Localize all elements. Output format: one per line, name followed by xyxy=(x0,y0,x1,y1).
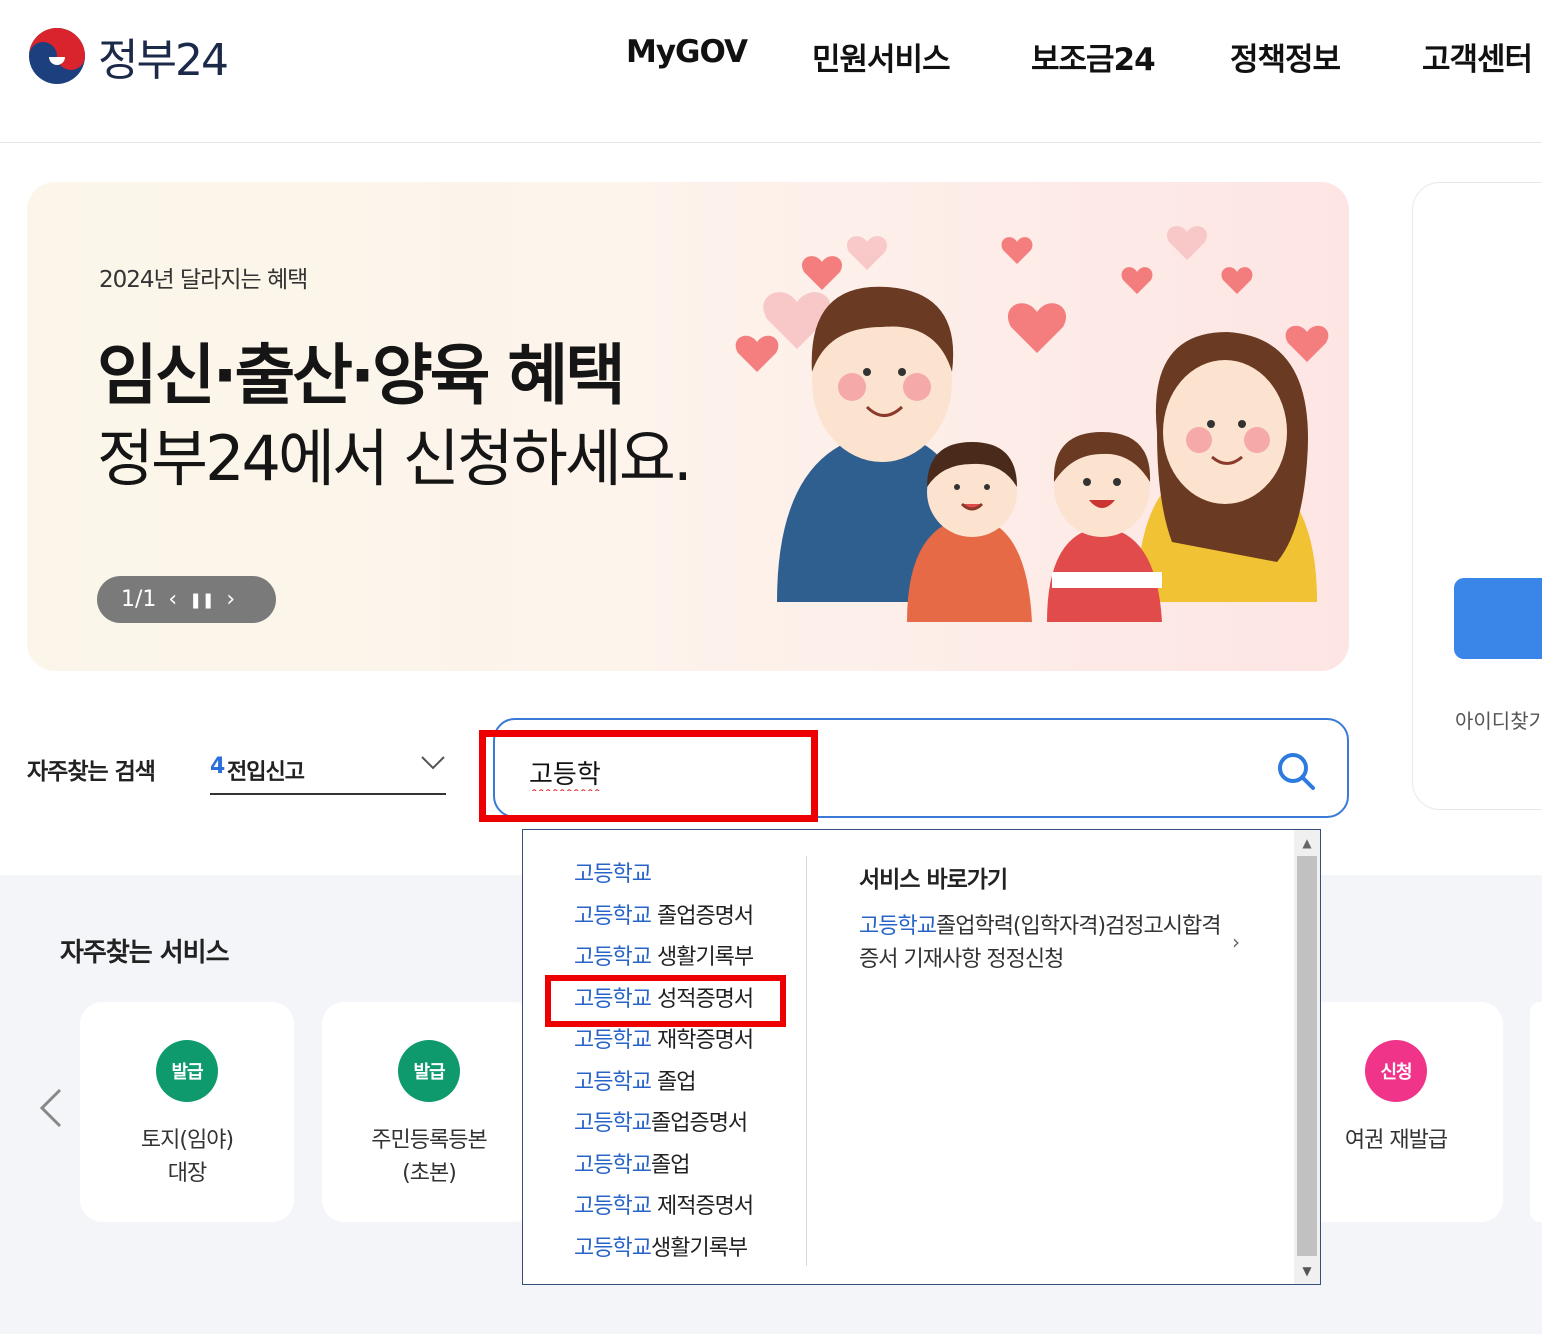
suggestion-item[interactable]: 고등학교생활기록부 xyxy=(574,1230,753,1272)
suggestion-rest: 졸업 xyxy=(650,1069,697,1095)
frequent-search-select[interactable]: 4 전입신고 xyxy=(210,742,446,795)
suggestion-match: 고등학교 xyxy=(574,1235,652,1261)
service-label: 주민등록등본 (초본) xyxy=(371,1128,487,1186)
service-badge: 신청 xyxy=(1365,1040,1427,1102)
chevron-down-icon[interactable] xyxy=(420,752,446,772)
suggestion-match: 고등학교 xyxy=(574,1194,652,1219)
shortcut-title: 서비스 바로가기 xyxy=(859,867,1008,893)
suggestion-item[interactable]: 고등학교 제적증명서 xyxy=(574,1188,754,1230)
autocomplete-dropdown: 고등학교 고등학교 졸업증명서 고등학교 생활기록부 고등학교 성적증명서 고등… xyxy=(522,829,1321,1285)
search-icon[interactable] xyxy=(1275,750,1317,792)
service-card[interactable]: 발급 주민등록등본 (초본) xyxy=(322,1002,536,1222)
scroll-up-icon[interactable]: ▲ xyxy=(1294,830,1320,856)
suggestion-match: 고등학교 xyxy=(574,945,652,970)
find-id-link[interactable]: 아이디찾기 xyxy=(1455,705,1542,734)
taegeuk-logo-icon xyxy=(29,28,85,84)
service-card[interactable]: 발급 토지(임야) 대장 xyxy=(80,1002,294,1222)
banner-next-icon[interactable]: › xyxy=(226,587,235,612)
login-button[interactable] xyxy=(1454,578,1542,659)
service-badge: 발급 xyxy=(156,1040,218,1102)
services-title: 자주찾는 서비스 xyxy=(60,938,229,968)
nav-civil-services[interactable]: 민원서비스 xyxy=(812,34,951,78)
suggestion-item[interactable]: 고등학교 xyxy=(574,856,753,898)
frequent-search-keyword: 전입신고 xyxy=(227,760,305,785)
banner-title: 임신·출산·양육 혜택 xyxy=(97,337,626,414)
suggestion-rest: 생활기록부 xyxy=(650,945,754,970)
service-card[interactable]: 신청 여권 재발급 xyxy=(1289,1002,1503,1222)
nav-customer-center[interactable]: 고객센터 xyxy=(1422,34,1533,78)
suggestion-match: 고등학교 xyxy=(574,1028,652,1053)
site-header: 정부24 MyGOV 민원서비스 보조금24 정책정보 고객센터 xyxy=(0,0,1542,143)
shortcut-link[interactable]: 고등학교졸업학력(입학자격)검정고시합격증서 기재사항 정정신청 xyxy=(859,910,1229,976)
suggestion-match: 고등학교 xyxy=(574,1069,652,1095)
dropdown-divider xyxy=(806,856,807,1266)
suggestion-rest: 생활기록부 xyxy=(650,1235,748,1261)
logo-text: 정부24 xyxy=(98,35,229,86)
service-label: 여권 재발급 xyxy=(1344,1128,1448,1153)
frequent-search-rank: 4 xyxy=(210,754,226,779)
nav-policy-info[interactable]: 정책정보 xyxy=(1230,34,1341,78)
chevron-left-icon[interactable] xyxy=(38,1088,64,1128)
shortcut-match: 고등학교 xyxy=(859,914,937,939)
scroll-down-icon[interactable]: ▼ xyxy=(1294,1258,1320,1284)
banner-subtitle: 2024년 달라지는 혜택 xyxy=(99,267,308,293)
suggestion-match: 고등학교 xyxy=(574,1111,652,1136)
suggestion-rest: 졸업증명서 xyxy=(650,903,754,929)
suggestion-rest: 졸업 xyxy=(650,1152,690,1178)
suggestion-rest: 제적증명서 xyxy=(650,1194,754,1219)
suggestion-match: 고등학교 xyxy=(574,903,652,929)
suggestion-rest: 재학증명서 xyxy=(650,1028,754,1053)
scroll-thumb[interactable] xyxy=(1297,856,1317,1256)
banner-prev-icon[interactable]: ‹ xyxy=(168,587,177,612)
suggestion-item[interactable]: 고등학교졸업 xyxy=(574,1147,753,1189)
suggestion-rest: 졸업증명서 xyxy=(650,1111,748,1136)
banner-counter: 1/1 xyxy=(121,587,157,612)
suggestion-item[interactable]: 고등학교 졸업 xyxy=(574,1064,753,1106)
suggestion-match: 고등학교 xyxy=(574,862,652,887)
suggestion-item[interactable]: 고등학교졸업증명서 xyxy=(574,1105,753,1147)
site-logo[interactable]: 정부24 xyxy=(28,24,229,88)
frequent-search-label: 자주찾는 검색 xyxy=(27,759,156,785)
suggestion-item[interactable]: 고등학교 재학증명서 xyxy=(574,1022,754,1064)
nav-mygov[interactable]: MyGOV xyxy=(626,34,748,78)
main-banner[interactable]: 2024년 달라지는 혜택 임신·출산·양육 혜택 정부24에서 신청하세요. … xyxy=(27,182,1349,671)
banner-pause-icon[interactable]: ❚❚ xyxy=(189,591,214,609)
dropdown-scrollbar[interactable]: ▲ ▼ xyxy=(1294,830,1320,1284)
suggestion-match: 고등학교 xyxy=(574,1152,652,1178)
chevron-right-icon[interactable]: › xyxy=(1232,930,1240,954)
service-label: 토지(임야) 대장 xyxy=(140,1128,234,1186)
nav-subsidy24[interactable]: 보조금24 xyxy=(1031,34,1156,78)
banner-title-line2: 정부24에서 신청하세요. xyxy=(97,422,693,495)
annotation-highlight-search xyxy=(479,730,818,822)
service-card-partial[interactable] xyxy=(1530,1002,1542,1222)
suggestion-item[interactable]: 고등학교 졸업증명서 xyxy=(574,898,754,940)
banner-controls: 1/1 ‹ ❚❚ › xyxy=(97,576,276,623)
annotation-highlight-suggestion xyxy=(545,975,786,1027)
family-illustration xyxy=(735,226,1329,622)
suggestion-list: 고등학교 고등학교 졸업증명서 고등학교 생활기록부 고등학교 성적증명서 고등… xyxy=(574,856,754,1272)
service-badge: 발급 xyxy=(398,1040,460,1102)
